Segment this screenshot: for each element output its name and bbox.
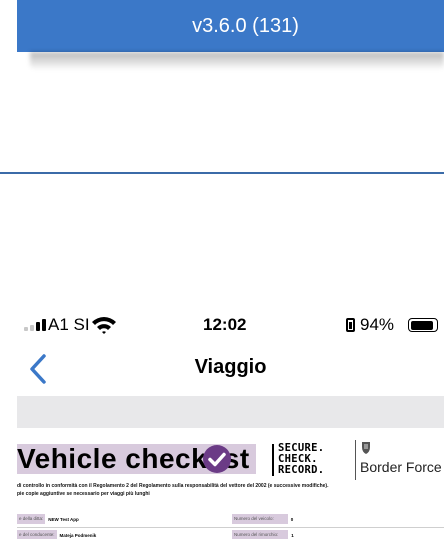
check-circle-icon xyxy=(203,445,231,473)
border-force-label: Border Force xyxy=(360,459,442,475)
version-banner-shadow xyxy=(30,52,444,70)
driver-name-field: e del conducente: Mateja Podmenik xyxy=(17,530,96,539)
carrier-name: A1 SI xyxy=(48,315,90,334)
status-time: 12:02 xyxy=(203,315,247,334)
phone-screenshot: A1 SI 12:02 94% Viaggio Vehicle checklis… xyxy=(17,306,444,539)
company-name-field: e della ditta: NEW Test App xyxy=(17,514,79,524)
border-force-logo: Border Force xyxy=(352,438,444,480)
crest-icon xyxy=(362,442,370,454)
navigation-bar: Viaggio xyxy=(17,346,444,390)
section-divider xyxy=(0,172,444,174)
status-bar: A1 SI 12:02 94% xyxy=(17,306,444,342)
vehicle-number-field: Numero del veicolo: 0 xyxy=(232,514,293,524)
secure-check-record-logo: SECURE. CHECK. RECORD. xyxy=(272,440,332,480)
signal-icon xyxy=(24,319,46,331)
version-banner: v3.6.0 (131) xyxy=(17,0,444,52)
regulation-text: di controllo in conformità con il Regola… xyxy=(17,483,329,497)
toolbar-band xyxy=(17,396,444,428)
wifi-icon xyxy=(92,317,116,334)
page-title: Viaggio xyxy=(194,356,267,378)
battery-percent: 94% xyxy=(360,315,395,334)
battery-icon xyxy=(408,318,438,332)
field-separator xyxy=(17,527,444,528)
document-preview[interactable]: Vehicle checklist SECURE. CHECK. RECORD.… xyxy=(17,434,444,539)
trailer-number-field: Numero del rimorchio: 1 xyxy=(232,530,294,539)
battery-saver-icon xyxy=(346,318,355,332)
version-label: v3.6.0 (131) xyxy=(192,14,299,37)
